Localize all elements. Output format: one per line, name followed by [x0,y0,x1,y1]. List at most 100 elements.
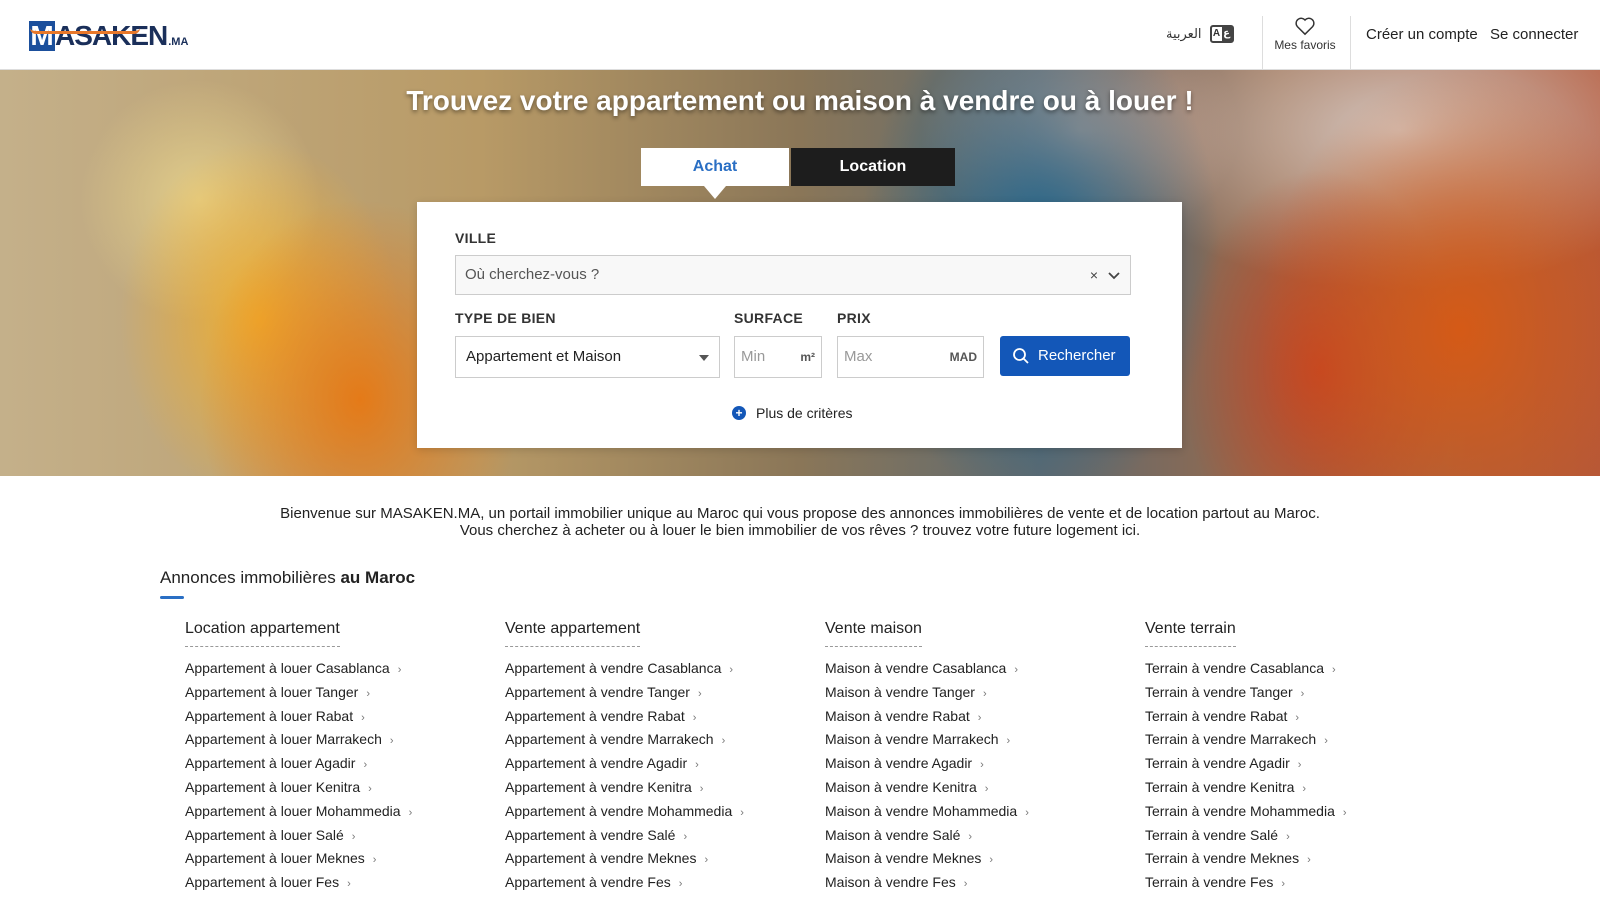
more-criteria-link[interactable]: + Plus de critères [732,405,852,421]
link-text: Appartement à louer Kenitra [185,778,361,795]
clear-icon[interactable]: × [1090,267,1098,283]
login-link[interactable]: Se connecter [1490,26,1578,43]
tab-achat[interactable]: Achat [641,148,789,199]
create-account-link[interactable]: Créer un compte [1366,26,1478,43]
chevron-right-icon: › [1281,878,1286,891]
link-text: Appartement à louer Fes [185,874,340,891]
list-item[interactable]: Appartement à vendre Fes › [505,871,744,895]
column-heading[interactable]: Vente terrain [1145,620,1236,647]
list-item[interactable]: Appartement à louer Marrakech › [185,728,412,752]
link-text: Appartement à louer Rabat [185,707,354,724]
link-list: Appartement à vendre Casablanca › Apparte… [505,657,744,895]
list-item[interactable]: Appartement à louer Salé › [185,824,412,848]
link-text: Terrain à vendre Kenitra [1145,778,1295,795]
link-text: Terrain à vendre Meknes [1145,850,1300,867]
list-item[interactable]: Terrain à vendre Casablanca › [1145,657,1347,681]
plus-circle-icon: + [732,406,746,420]
prix-max-input[interactable]: Max MAD [837,336,984,378]
list-item[interactable]: Appartement à vendre Marrakech › [505,728,744,752]
column-vente-appartement: Vente appartement Appartement à vendre C… [505,620,744,895]
chevron-right-icon: › [408,806,413,819]
list-item[interactable]: Terrain à vendre Tanger › [1145,681,1347,705]
list-item[interactable]: Maison à vendre Casablanca › [825,657,1029,681]
list-item[interactable]: Appartement à louer Casablanca › [185,657,412,681]
surface-label: SURFACE [734,310,803,326]
site-header: M ASAKEN .MA العربية A ع Mes favoris Cré… [0,0,1600,82]
list-item[interactable]: Maison à vendre Meknes › [825,847,1029,871]
list-item[interactable]: Appartement à vendre Mohammedia › [505,800,744,824]
list-item[interactable]: Appartement à louer Agadir › [185,752,412,776]
prix-label: PRIX [837,310,871,326]
column-heading[interactable]: Vente maison [825,620,922,647]
search-button[interactable]: Rechercher [1000,336,1130,376]
list-item[interactable]: Terrain à vendre Meknes › [1145,847,1347,871]
column-heading[interactable]: Vente appartement [505,620,641,647]
list-item[interactable]: Terrain à vendre Marrakech › [1145,728,1347,752]
link-text: Appartement à vendre Kenitra [505,778,692,795]
list-item[interactable]: Maison à vendre Tanger › [825,681,1029,705]
column-vente-maison: Vente maison Maison à vendre Casablanca ›… [825,620,1029,895]
chevron-down-icon[interactable] [1108,270,1120,280]
list-item[interactable]: Terrain à vendre Agadir › [1145,752,1347,776]
translate-icon-left: A [1212,28,1221,39]
chevron-right-icon: › [1302,782,1307,795]
property-type-select[interactable]: Appartement et Maison [455,336,720,378]
chevron-right-icon: › [1307,854,1311,867]
list-item[interactable]: Appartement à louer Fes › [185,871,412,895]
section-title: Annonces immobilières au Maroc [160,568,415,588]
link-text: Appartement à vendre Marrakech [505,731,714,748]
masaken-logo[interactable]: M ASAKEN .MA [29,19,188,51]
list-item[interactable]: Appartement à vendre Salé › [505,824,744,848]
language-switch[interactable]: العربية A ع [1166,25,1234,43]
column-location-appartement: Location appartement Appartement à louer… [185,620,412,895]
chevron-right-icon: › [695,759,699,772]
list-item[interactable]: Terrain à vendre Fes › [1145,871,1347,895]
surface-min-input[interactable]: Min m² [734,336,822,378]
list-item[interactable]: Maison à vendre Mohammedia › [825,800,1029,824]
list-item[interactable]: Maison à vendre Fes › [825,871,1029,895]
ville-controls: × [1090,256,1120,294]
list-item[interactable]: Appartement à louer Rabat › [185,705,412,729]
chevron-right-icon: › [699,782,704,795]
link-text: Appartement à louer Casablanca [185,660,390,676]
column-heading[interactable]: Location appartement [185,620,340,647]
list-item[interactable]: Appartement à louer Mohammedia › [185,800,412,824]
link-text: Maison à vendre Agadir [825,755,973,772]
list-item[interactable]: Terrain à vendre Salé › [1145,824,1347,848]
chevron-right-icon: › [984,782,989,795]
link-text: Appartement à vendre Salé [505,826,676,843]
list-item[interactable]: Maison à vendre Kenitra › [825,776,1029,800]
ville-select[interactable]: Où cherchez-vous ? × [455,255,1131,295]
list-item[interactable]: Appartement à louer Meknes › [185,847,412,871]
chevron-right-icon: › [1286,830,1290,843]
ville-placeholder: Où cherchez-vous ? [465,266,600,283]
list-item[interactable]: Terrain à vendre Mohammedia › [1145,800,1347,824]
list-item[interactable]: Terrain à vendre Rabat › [1145,705,1347,729]
chevron-right-icon: › [368,782,372,795]
chevron-right-icon: › [721,735,726,748]
list-item[interactable]: Maison à vendre Salé › [825,824,1029,848]
tab-location[interactable]: Location [791,148,955,186]
list-item[interactable]: Appartement à vendre Tanger › [505,681,744,705]
chevron-right-icon: › [1332,664,1336,676]
list-item[interactable]: Appartement à vendre Agadir › [505,752,744,776]
list-item[interactable]: Appartement à vendre Casablanca › [505,657,744,681]
list-item[interactable]: Appartement à vendre Rabat › [505,705,744,729]
list-item[interactable]: Terrain à vendre Kenitra › [1145,776,1347,800]
list-item[interactable]: Appartement à vendre Kenitra › [505,776,744,800]
list-item[interactable]: Maison à vendre Marrakech › [825,728,1029,752]
list-item[interactable]: Appartement à louer Kenitra › [185,776,412,800]
list-item[interactable]: Maison à vendre Agadir › [825,752,1029,776]
list-item[interactable]: Maison à vendre Rabat › [825,705,1029,729]
chevron-right-icon: › [704,854,709,867]
chevron-right-icon: › [963,878,968,891]
chevron-right-icon: › [372,854,377,867]
intro-line-1: Bienvenue sur MASAKEN.MA, un portail imm… [280,505,1320,522]
link-list: Terrain à vendre Casablanca › Terrain à v… [1145,657,1347,895]
chevron-right-icon: › [982,687,987,700]
list-item[interactable]: Appartement à vendre Meknes › [505,847,744,871]
favorites-link[interactable]: Mes favoris [1262,16,1348,52]
chevron-right-icon: › [347,878,351,891]
translate-icon-right: ع [1221,27,1232,41]
list-item[interactable]: Appartement à louer Tanger › [185,681,412,705]
